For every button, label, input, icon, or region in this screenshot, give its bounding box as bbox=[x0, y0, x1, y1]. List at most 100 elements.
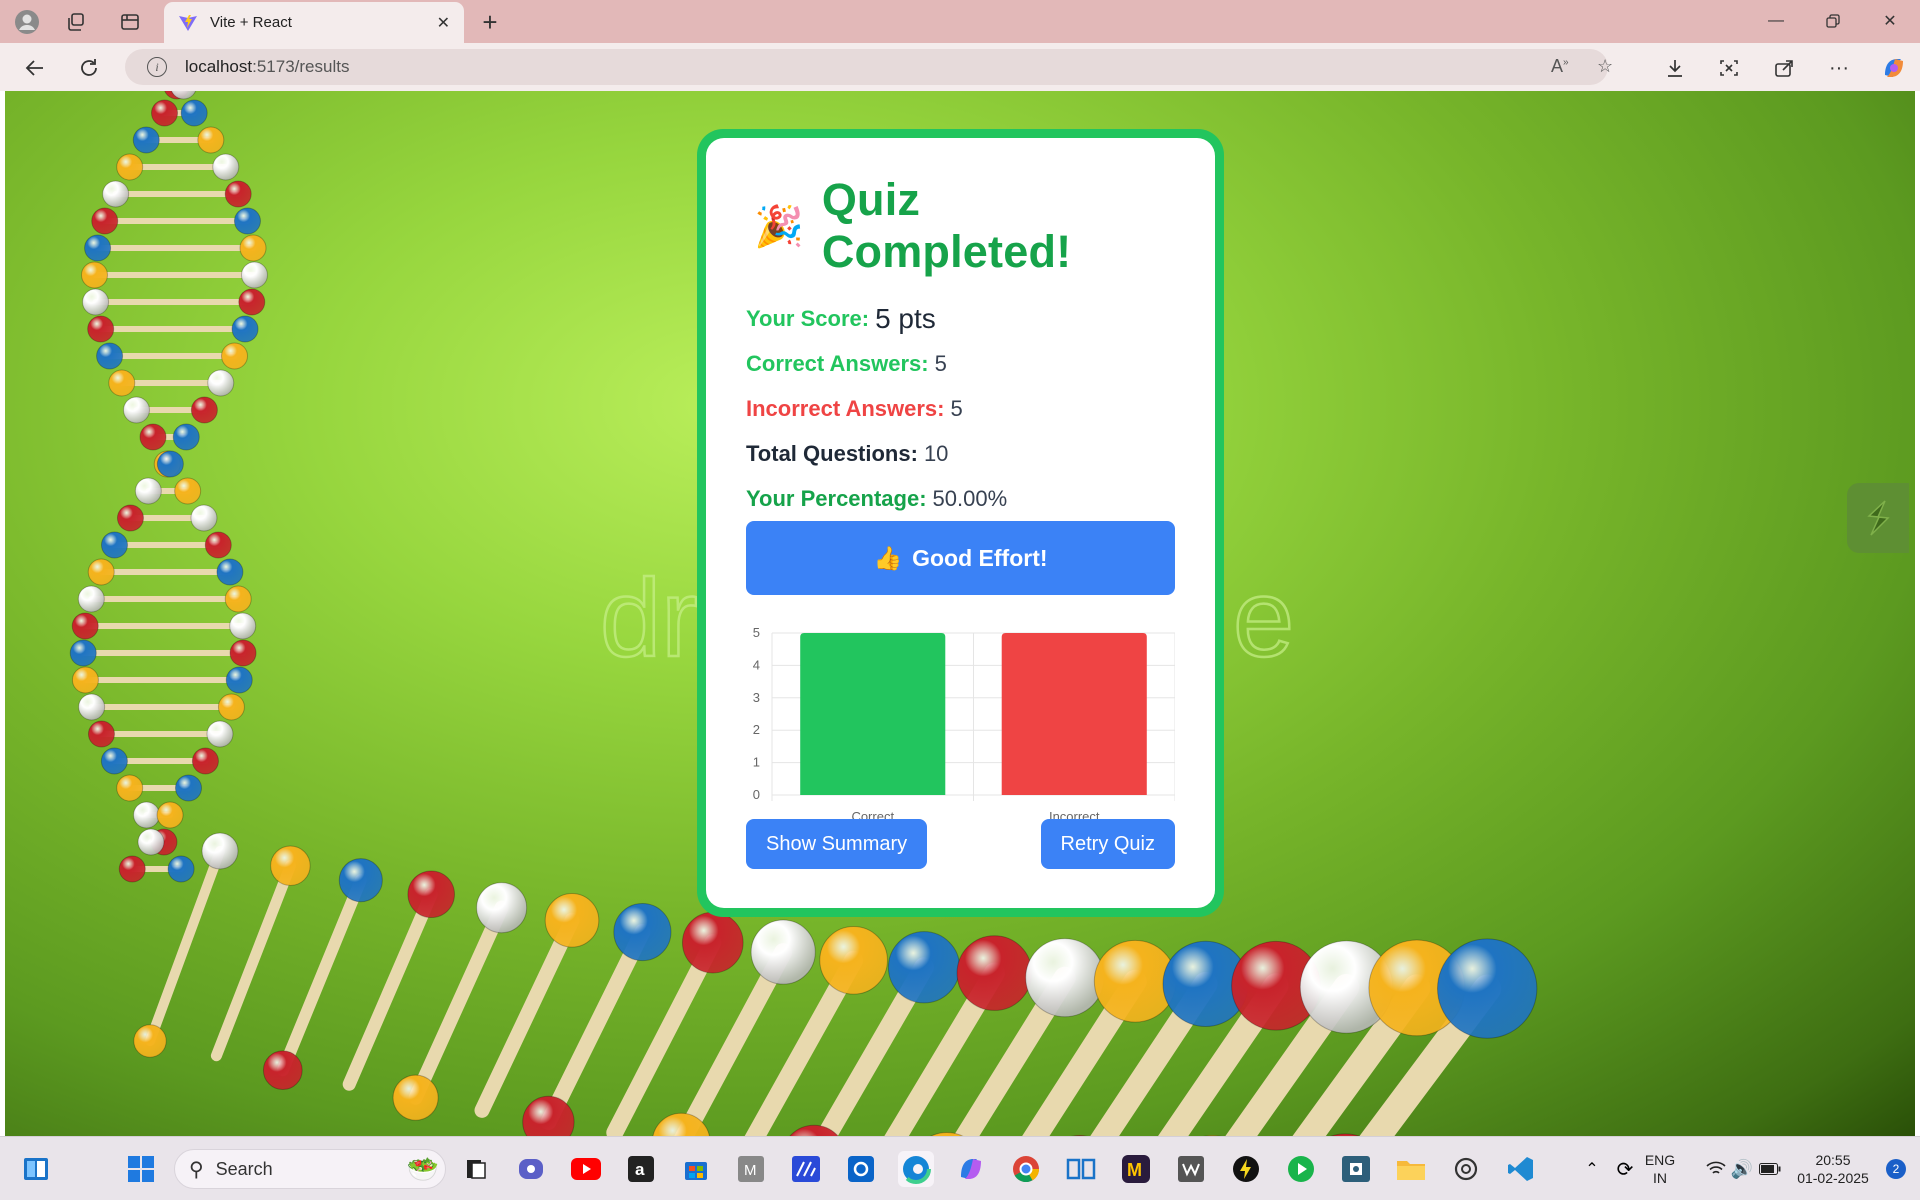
y-tick-label: 3 bbox=[753, 690, 760, 705]
dna-bead bbox=[174, 477, 202, 505]
youtube-icon[interactable] bbox=[568, 1151, 604, 1187]
dna-bead bbox=[190, 396, 218, 424]
battery-icon[interactable] bbox=[1752, 1151, 1788, 1187]
chrome-icon[interactable] bbox=[1008, 1151, 1044, 1187]
dna-bead bbox=[231, 315, 259, 343]
dna-bead bbox=[204, 531, 232, 559]
show-summary-button[interactable]: Show Summary bbox=[746, 819, 928, 869]
browser-tab-bar: Vite + React ✕ + — ✕ bbox=[0, 0, 1920, 43]
dna-bead bbox=[69, 639, 97, 667]
dna-bead bbox=[80, 261, 108, 289]
share-icon[interactable] bbox=[1769, 53, 1799, 83]
chart-bar-incorrect bbox=[1001, 633, 1147, 795]
media-app-icon[interactable] bbox=[1338, 1151, 1374, 1187]
incorrect-row: Incorrect Answers: 5 bbox=[746, 386, 1175, 431]
m-purple-app-icon[interactable]: M bbox=[1118, 1151, 1154, 1187]
taskbar-search[interactable]: ⚲ Search 🥗 bbox=[174, 1149, 446, 1189]
minimize-icon[interactable]: — bbox=[1756, 8, 1796, 34]
dna-bead bbox=[233, 207, 261, 235]
task-view-icon[interactable] bbox=[458, 1151, 494, 1187]
dna-bead bbox=[116, 774, 144, 802]
dna-bead bbox=[338, 858, 383, 903]
dna-bead bbox=[392, 1074, 439, 1121]
dna-bead bbox=[819, 925, 888, 995]
total-row: Total Questions: 10 bbox=[746, 431, 1175, 476]
thumbs-up-icon: 👍 bbox=[873, 544, 903, 571]
start-icon[interactable] bbox=[123, 1151, 159, 1187]
quiz-results-card-body: 🎉 Quiz Completed! Your Score: 5 pts Corr… bbox=[706, 138, 1215, 908]
region-code: IN bbox=[1653, 1170, 1667, 1186]
dna-bead bbox=[84, 234, 112, 262]
workspaces-icon[interactable] bbox=[62, 8, 90, 36]
amazon-icon[interactable]: a bbox=[623, 1151, 659, 1187]
play-app-icon[interactable] bbox=[1283, 1151, 1319, 1187]
m-app-icon[interactable]: M bbox=[733, 1151, 769, 1187]
widgets-icon[interactable] bbox=[18, 1151, 54, 1187]
dna-bead bbox=[132, 126, 160, 154]
dna-bead bbox=[87, 720, 115, 748]
dna-bead bbox=[224, 180, 252, 208]
outlook-icon[interactable] bbox=[843, 1151, 879, 1187]
bolt-app-icon[interactable] bbox=[1228, 1151, 1264, 1187]
file-explorer-icon[interactable] bbox=[1393, 1151, 1429, 1187]
edge-icon[interactable] bbox=[898, 1151, 934, 1187]
close-tab-icon[interactable]: ✕ bbox=[437, 13, 450, 33]
profile-icon[interactable] bbox=[12, 7, 42, 37]
pen-app-icon[interactable] bbox=[788, 1151, 824, 1187]
dna-bead bbox=[1437, 938, 1538, 1039]
feedback-banner: 👍 Good Effort! bbox=[746, 521, 1175, 595]
favorite-star-icon[interactable]: ☆ bbox=[1597, 56, 1613, 77]
copilot-icon[interactable] bbox=[1878, 52, 1910, 84]
clock[interactable]: 20:55 01-02-2025 bbox=[1788, 1151, 1878, 1187]
more-options-icon[interactable]: ··· bbox=[1824, 53, 1854, 83]
party-popper-icon: 🎉 bbox=[754, 204, 804, 249]
language-indicator[interactable]: ENG IN bbox=[1640, 1151, 1680, 1187]
copilot-app-icon[interactable] bbox=[953, 1151, 989, 1187]
incorrect-label: Incorrect Answers: bbox=[746, 395, 945, 421]
reader-app-icon[interactable] bbox=[1063, 1151, 1099, 1187]
y-tick-label: 4 bbox=[753, 657, 760, 672]
dna-bead bbox=[544, 893, 600, 948]
restore-icon[interactable] bbox=[1813, 8, 1853, 34]
svg-text:dr: dr bbox=[600, 557, 698, 680]
dna-bead bbox=[201, 832, 239, 870]
dna-rung bbox=[474, 912, 580, 1118]
feedback-label: Good Effort! bbox=[912, 544, 1048, 571]
dna-bead bbox=[133, 801, 161, 829]
side-panel-tab[interactable] bbox=[1847, 483, 1909, 553]
dna-bead bbox=[238, 288, 266, 316]
vscode-icon[interactable] bbox=[1503, 1151, 1539, 1187]
store-icon[interactable] bbox=[678, 1151, 714, 1187]
dna-bead bbox=[224, 585, 252, 613]
notification-badge[interactable]: 2 bbox=[1886, 1159, 1906, 1179]
svg-text:a: a bbox=[635, 1160, 645, 1179]
quiz-results-card: 🎉 Quiz Completed! Your Score: 5 pts Corr… bbox=[697, 129, 1224, 917]
screenshot-icon[interactable] bbox=[1714, 53, 1744, 83]
dna-bead bbox=[476, 882, 528, 934]
dna-bead bbox=[122, 396, 150, 424]
dna-rung bbox=[276, 874, 367, 1077]
meet-app-icon[interactable] bbox=[513, 1151, 549, 1187]
page-title: Quiz Completed! bbox=[821, 174, 1072, 277]
sync-icon[interactable]: ⟳ bbox=[1607, 1151, 1643, 1187]
back-icon[interactable] bbox=[20, 53, 50, 83]
chevron-up-icon[interactable]: ⌃ bbox=[1574, 1151, 1610, 1187]
site-info-icon[interactable]: i bbox=[147, 57, 167, 77]
downloads-icon[interactable] bbox=[1660, 53, 1690, 83]
read-aloud-icon[interactable]: A» bbox=[1551, 56, 1569, 77]
retry-quiz-button[interactable]: Retry Quiz bbox=[1040, 819, 1175, 869]
wsl-app-icon[interactable] bbox=[1173, 1151, 1209, 1187]
dna-bead bbox=[229, 639, 257, 667]
dna-bead bbox=[956, 935, 1033, 1011]
address-bar[interactable]: i localhost:5173/results A» ☆ bbox=[125, 49, 1613, 85]
browser-toolbar: i localhost:5173/results A» ☆ ··· bbox=[0, 43, 1920, 91]
windows-taskbar: ⚲ Search 🥗 a M M ⌃ ⟳ ENG IN 🔊 20:55 01-0… bbox=[0, 1136, 1920, 1200]
refresh-icon[interactable] bbox=[74, 53, 104, 83]
dna-bead bbox=[212, 153, 240, 181]
tab-actions-icon[interactable] bbox=[116, 8, 144, 36]
chatgpt-icon[interactable] bbox=[1448, 1151, 1484, 1187]
close-window-icon[interactable]: ✕ bbox=[1870, 8, 1910, 34]
browser-tab[interactable]: Vite + React ✕ bbox=[164, 2, 464, 43]
dna-bead bbox=[206, 720, 234, 748]
new-tab-icon[interactable]: + bbox=[476, 7, 504, 37]
